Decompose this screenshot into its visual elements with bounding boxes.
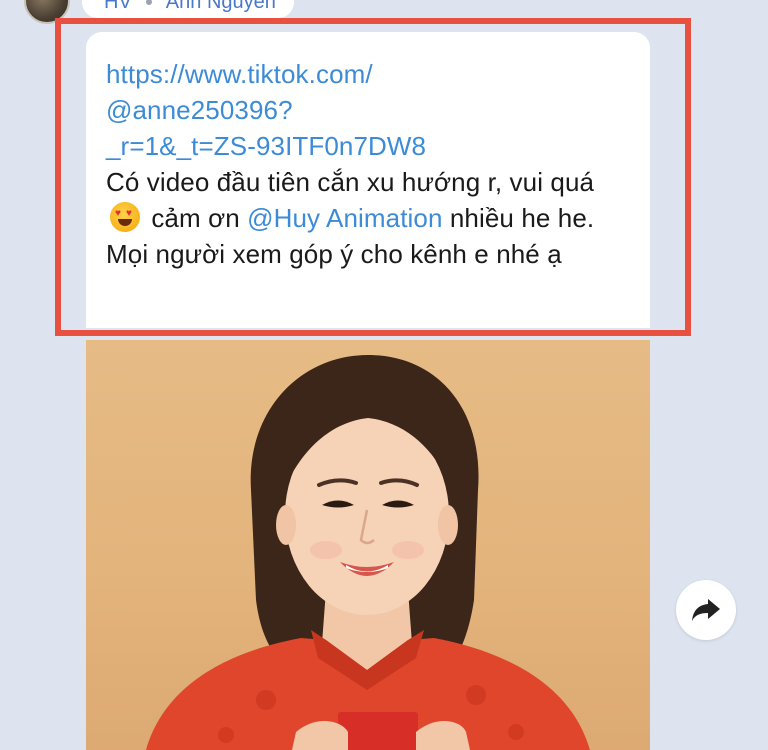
message-text: https://www.tiktok.com/ @anne250396? _r=… (106, 56, 636, 272)
tiktok-link[interactable]: https://www.tiktok.com/ @anne250396? _r=… (106, 56, 636, 164)
sender-header: HV Anh Nguyen (82, 0, 294, 18)
sender-name[interactable]: Anh Nguyen (166, 0, 276, 14)
separator-dot (145, 0, 152, 5)
user-mention[interactable]: @Huy Animation (247, 203, 442, 233)
forward-arrow-icon (692, 599, 720, 621)
message-bubble: https://www.tiktok.com/ @anne250396? _r=… (86, 32, 650, 328)
sender-role: HV (104, 0, 132, 13)
heart-eyes-emoji-icon: ♥ ♥ (110, 202, 140, 232)
message-body-part1: Có video đầu tiên cắn xu hướng r, vui qu… (106, 167, 595, 197)
link-line-3: _r=1&_t=ZS-93ITF0n7DW8 (106, 131, 427, 161)
link-line-1: https://www.tiktok.com/ (106, 59, 373, 89)
forward-button[interactable] (676, 580, 736, 640)
message-photo[interactable] (86, 340, 650, 750)
portrait-illustration (146, 355, 590, 750)
sender-avatar[interactable] (24, 0, 70, 24)
message-body-part2: cảm ơn (151, 203, 240, 233)
link-line-2: @anne250396? (106, 95, 293, 125)
